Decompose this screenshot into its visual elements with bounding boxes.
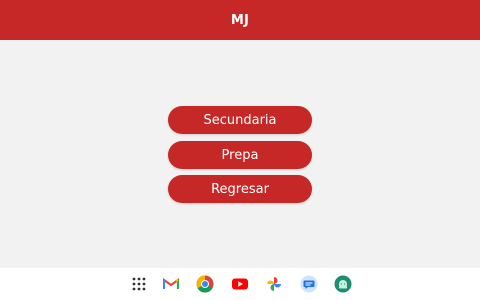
- messages-icon[interactable]: [300, 275, 318, 293]
- prepa-button[interactable]: Prepa: [168, 141, 312, 169]
- regresar-button[interactable]: Regresar: [168, 175, 312, 203]
- taskbar: [0, 268, 480, 300]
- secundaria-button[interactable]: Secundaria: [168, 106, 312, 134]
- app-header: MJ: [0, 0, 480, 40]
- app-launcher-icon[interactable]: [130, 275, 148, 293]
- android-icon[interactable]: [334, 275, 352, 293]
- youtube-icon[interactable]: [231, 275, 249, 293]
- main-content: Secundaria Prepa Regresar: [0, 40, 480, 268]
- gmail-icon[interactable]: [162, 275, 180, 293]
- chrome-icon[interactable]: [196, 275, 214, 293]
- photos-icon[interactable]: [265, 275, 283, 293]
- app-title: MJ: [230, 12, 250, 28]
